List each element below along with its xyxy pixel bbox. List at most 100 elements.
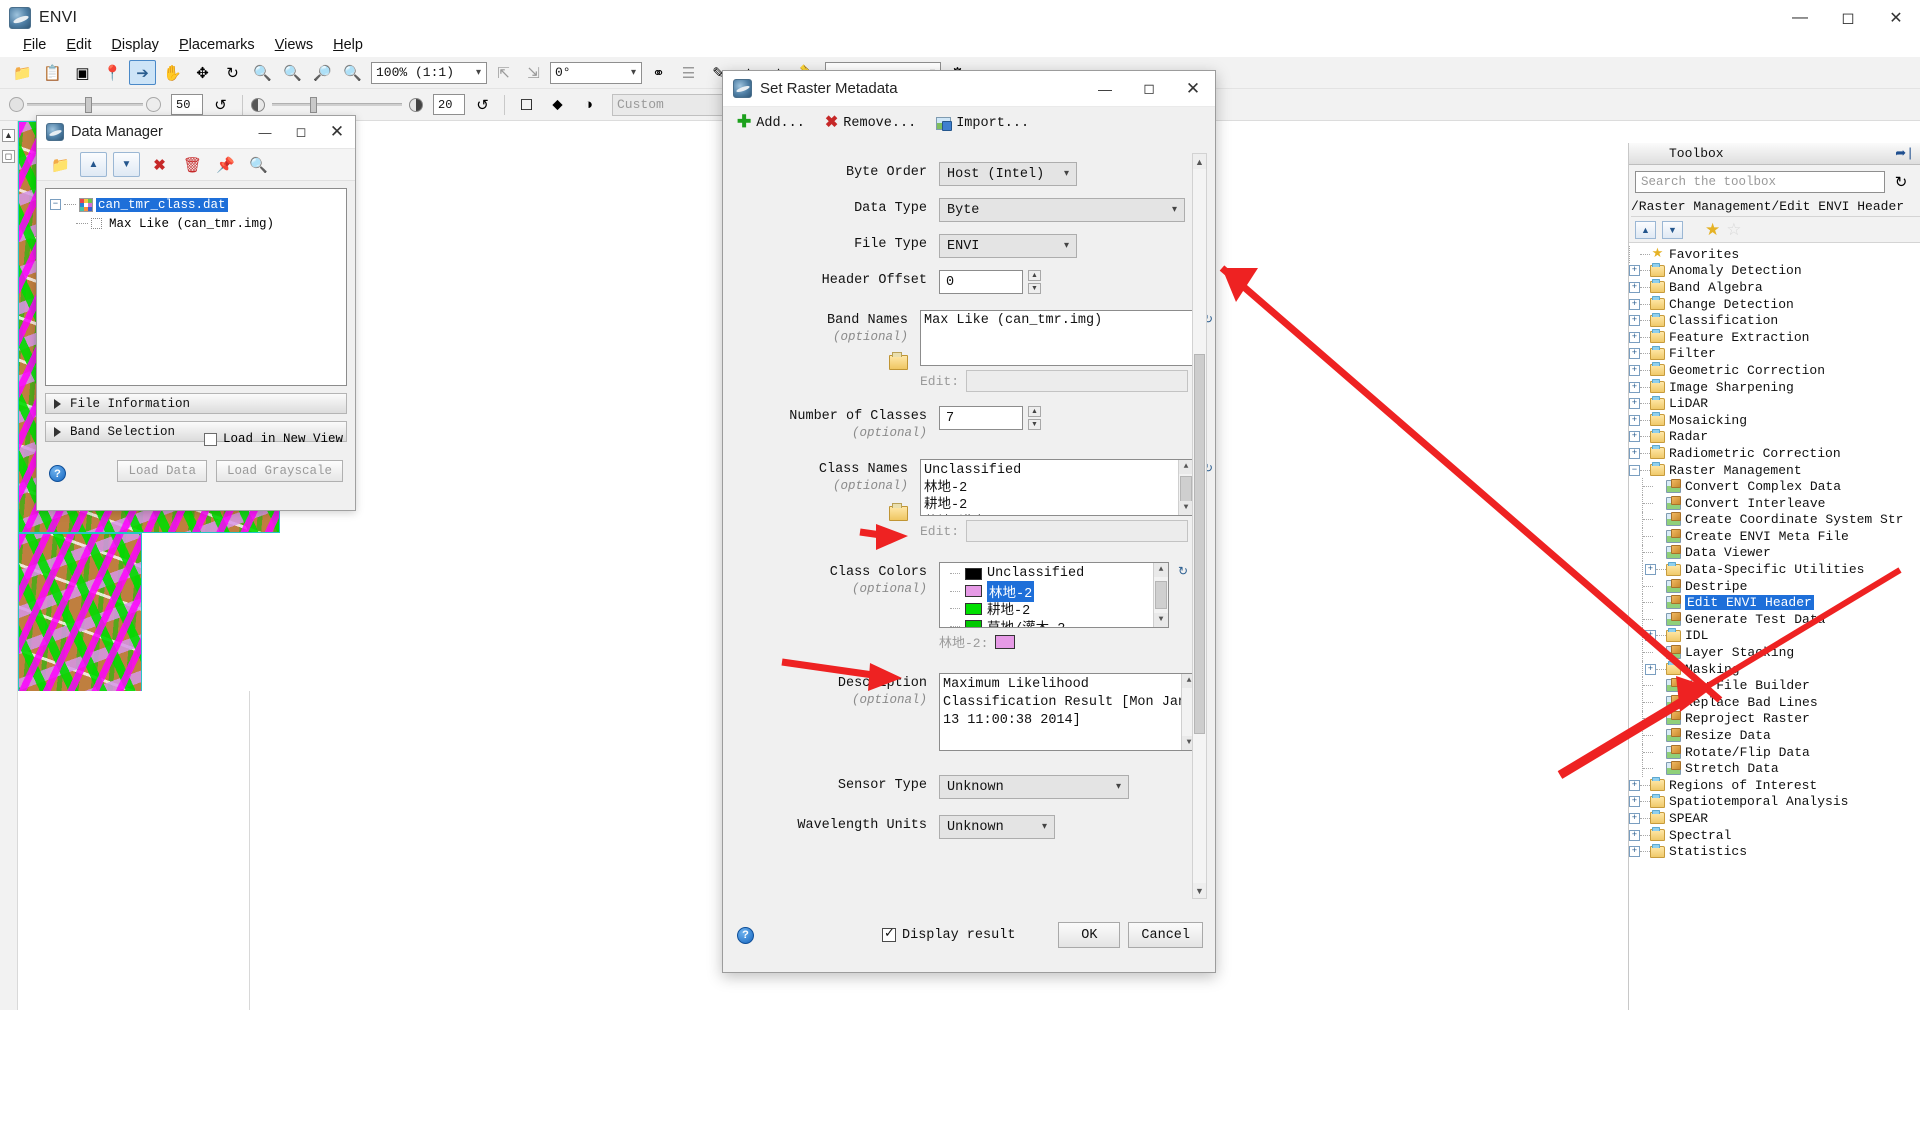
display-result-row[interactable]: Display result [882,928,1015,943]
scroll-down-icon[interactable]: ▼ [1179,501,1193,515]
toolbox-item-stretch-data[interactable]: Stretch Data [1629,760,1920,777]
expand-icon[interactable]: + [1629,365,1640,376]
help-icon[interactable]: ? [737,927,754,944]
expand-icon[interactable]: + [1629,780,1640,791]
expand-icon[interactable]: + [1645,664,1656,675]
stepper-down-icon[interactable]: ▼ [1028,283,1041,294]
cancel-button[interactable]: Cancel [1128,922,1203,948]
transparency-handle[interactable] [85,97,92,113]
zoom-in-icon[interactable]: 🔍 [279,60,306,85]
expand-down-icon[interactable]: ▼ [1662,221,1683,239]
toolbox-item-edit-envi-header[interactable]: Edit ENVI Header [1629,594,1920,611]
expand-icon[interactable]: + [1629,415,1640,426]
stepper-down-icon[interactable]: ▼ [1028,419,1041,430]
toolbox-item-change-detection[interactable]: +Change Detection [1629,296,1920,313]
reset-transparency-icon[interactable]: ↺ [207,92,234,117]
minimize-icon[interactable]: — [247,116,283,149]
description-textarea[interactable]: Maximum Likelihood Classification Result… [939,673,1197,751]
expand-icon[interactable]: + [1629,299,1640,310]
toolbox-item-replace-bad-lines[interactable]: Replace Bad Lines [1629,694,1920,711]
spectral-profile-icon[interactable]: ⚭ [645,60,672,85]
reset-brightness-icon[interactable]: ↺ [469,92,496,117]
pointer-icon[interactable]: ➔ [129,60,156,85]
brightness-slider[interactable] [269,103,405,106]
rotate-right-icon[interactable]: ⇲ [520,60,547,85]
remove-favorite-icon[interactable]: ☆ [1726,220,1741,240]
toolbox-item-classification[interactable]: +Classification [1629,312,1920,329]
rotate-left-icon[interactable]: ⇱ [490,60,517,85]
toolbox-item-generate-test-data[interactable]: Generate Test Data [1629,611,1920,628]
file-type-dropdown[interactable]: ENVI ▾ [939,234,1077,258]
minimize-icon[interactable]: — [1083,71,1127,107]
remove-button[interactable]: ✖ Remove... [825,116,916,131]
selected-color-swatch[interactable] [995,635,1015,649]
stepper-up-icon[interactable]: ▲ [1028,406,1041,417]
scrollbar-thumb[interactable] [1194,354,1205,734]
toolbox-item-band-algebra[interactable]: +Band Algebra [1629,279,1920,296]
remove-all-icon[interactable]: 🗑 [179,152,206,177]
class-color-item[interactable]: 草地/灌木-2 [950,618,1165,629]
move-down-icon[interactable]: ▼ [113,152,140,177]
toolbox-item-lidar[interactable]: +LiDAR [1629,395,1920,412]
toolbox-item-convert-interleave[interactable]: Convert Interleave [1629,495,1920,512]
clipboard-icon[interactable]: 📋 [39,60,66,85]
data-manager-tree[interactable]: − can_tmr_class.dat Max Like (can_tmr.im… [45,188,347,386]
toolbox-item-raster-management[interactable]: −Raster Management [1629,462,1920,479]
header-offset-stepper[interactable]: ▲ ▼ [1028,270,1041,294]
stepper-up-icon[interactable]: ▲ [1028,270,1041,281]
band-names-edit-input[interactable] [966,370,1188,392]
menu-help[interactable]: Help [324,35,372,55]
toolbox-item-layer-stacking[interactable]: Layer Stacking [1629,644,1920,661]
search-input[interactable] [1635,171,1885,193]
move-icon[interactable]: ✥ [189,60,216,85]
layer-manager-toggle-icon[interactable]: ▲ [2,129,15,142]
toolbox-item-masking[interactable]: +Masking [1629,661,1920,678]
collapse-up-icon[interactable]: ▲ [1635,221,1656,239]
toolbox-item-data-specific-utilities[interactable]: +Data-Specific Utilities [1629,561,1920,578]
expand-icon[interactable]: + [1629,265,1640,276]
minimize-icon[interactable]: — [1776,0,1824,36]
toolbox-item-data-viewer[interactable]: Data Viewer [1629,545,1920,562]
band-names-textarea[interactable]: Max Like (can_tmr.img) [920,310,1194,366]
toolbox-item-resize-data[interactable]: Resize Data [1629,727,1920,744]
class-names-scrollbar[interactable]: ▲ ▼ [1178,460,1193,515]
color-swatch[interactable] [965,603,982,615]
toolbox-item-destripe[interactable]: Destripe [1629,578,1920,595]
class-colors-scrollbar[interactable]: ▲ ▼ [1153,563,1168,627]
byte-order-dropdown[interactable]: Host (Intel) ▾ [939,162,1077,186]
zoom-to-extent-icon[interactable]: 🔍 [249,60,276,85]
set-raster-metadata-dialog[interactable]: Set Raster Metadata — ◻ ✕ ✚ Add... ✖ Rem… [722,70,1216,973]
menu-display[interactable]: Display [102,35,168,55]
dialog-scrollbar[interactable]: ▲ ▼ [1192,153,1207,899]
band-checkbox[interactable] [91,218,102,229]
expand-icon[interactable]: + [1645,630,1656,641]
add-favorite-icon[interactable]: ★ [1705,220,1720,240]
toolbox-item-anomaly-detection[interactable]: +Anomaly Detection [1629,263,1920,280]
toolbox-item-convert-complex-data[interactable]: Convert Complex Data [1629,478,1920,495]
expand-icon[interactable]: + [1629,431,1640,442]
color-swatch[interactable] [965,568,982,580]
sync-views-icon[interactable]: ⬥ [544,92,571,117]
close-icon[interactable]: ✕ [319,116,355,149]
tree-root-node[interactable]: − can_tmr_class.dat [50,195,342,214]
class-name-item[interactable]: 草地/灌木-2 [924,515,1190,517]
display-result-checkbox[interactable] [882,928,896,942]
class-names-edit-input[interactable] [966,520,1188,542]
zoom-region-icon[interactable]: 🔍 [339,60,366,85]
metadata-icon[interactable]: 🔍 [245,152,272,177]
ok-button[interactable]: OK [1058,922,1120,948]
zoom-out-icon[interactable]: 🔎 [309,60,336,85]
zoom-level-combo[interactable]: 100% (1:1) ▾ [371,62,487,84]
expand-icon[interactable]: + [1629,796,1640,807]
menu-edit[interactable]: Edit [57,35,100,55]
menu-views[interactable]: Views [266,35,322,55]
toolbox-item-spatiotemporal-analysis[interactable]: +Spatiotemporal Analysis [1629,794,1920,811]
band-names-folder-icon[interactable] [889,355,908,370]
load-in-new-view-checkbox[interactable] [204,433,217,446]
rotate-icon[interactable]: ↻ [219,60,246,85]
toolbox-item-statistics[interactable]: +Statistics [1629,843,1920,860]
expand-icon[interactable]: + [1629,382,1640,393]
scroll-up-icon[interactable]: ▲ [1154,563,1168,577]
toolbox-tree[interactable]: ★Favorites+Anomaly Detection+Band Algebr… [1629,243,1920,1013]
toolbox-item-radar[interactable]: +Radar [1629,429,1920,446]
